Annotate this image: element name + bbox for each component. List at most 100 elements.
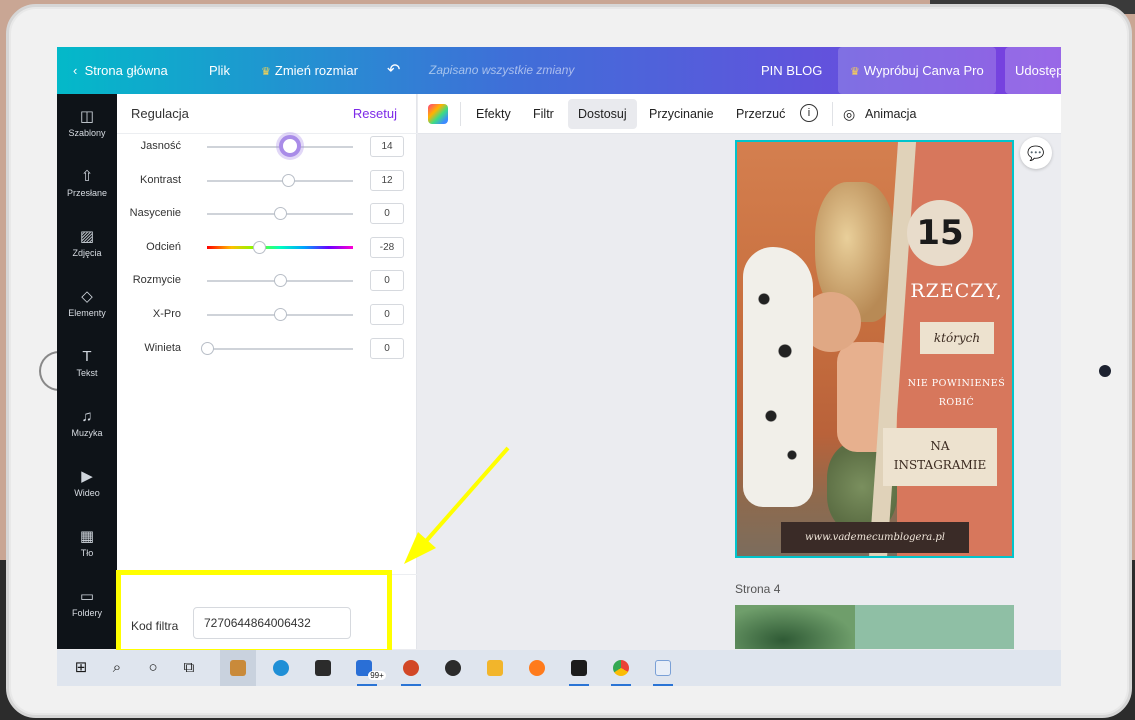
adjust-value-input[interactable]: 0 [370, 203, 404, 225]
adjust-row: Kontrast 12 [117, 169, 417, 193]
home-label: Strona główna [84, 63, 168, 78]
sidebar-item-photos[interactable]: ▨ Zdjęcia [57, 228, 117, 258]
crop-button[interactable]: Przycinanie [649, 94, 714, 134]
resize-button[interactable]: ♛ Zmień rozmiar [261, 47, 358, 94]
media-app-icon[interactable] [561, 650, 597, 686]
sidebar-item-label: Zdjęcia [72, 248, 102, 258]
flip-button[interactable]: Przerzuć [736, 94, 785, 134]
file-menu[interactable]: Plik [209, 47, 230, 94]
context-toolbar: Efekty Filtr Dostosuj Przycinanie Przerz… [418, 94, 1061, 134]
adjust-button[interactable]: Dostosuj [568, 99, 637, 129]
sidebar-item-uploads[interactable]: ⇧ Przesłane [57, 168, 117, 198]
adjust-row: Jasność 14 [117, 135, 417, 159]
adjust-value-input[interactable]: 0 [370, 304, 404, 325]
adjust-row: Rozmycie 0 [117, 269, 417, 293]
sidebar-item-text[interactable]: T Tekst [57, 348, 117, 378]
task-view-icon[interactable]: ⧉ [171, 650, 207, 686]
panel-title: Regulacja [131, 106, 189, 121]
headline-text[interactable]: RZECZY, [897, 280, 1012, 302]
adjust-slider-handle[interactable] [279, 135, 302, 157]
mail-badge: 99+ [368, 671, 386, 680]
effects-button[interactable]: Efekty [476, 94, 511, 134]
photo-app-icon[interactable] [220, 650, 256, 686]
home-link[interactable]: ‹ Strona główna [73, 47, 168, 94]
file-explorer-icon[interactable] [477, 650, 513, 686]
adjust-value-input[interactable]: 0 [370, 270, 404, 292]
which-box[interactable]: których [920, 322, 994, 354]
adjust-slider-handle[interactable] [282, 173, 296, 187]
add-comment-icon[interactable]: 💬 [1020, 137, 1052, 169]
adjust-label: Nasycenie [129, 207, 181, 220]
animation-icon[interactable]: ◎ [843, 94, 855, 134]
music-icon: ♫ [81, 408, 93, 425]
adjust-row: Odcień -28 [117, 236, 417, 260]
try-pro-button[interactable]: ♛ Wypróbuj Canva Pro [838, 47, 996, 94]
tablet-camera [1099, 365, 1111, 377]
adjust-slider-track[interactable] [207, 347, 353, 350]
adjust-slider-handle[interactable] [200, 341, 214, 355]
sidebar-item-label: Szablony [68, 128, 106, 138]
adjust-value-input[interactable]: -28 [370, 236, 404, 258]
sidebar-item-label: Muzyka [71, 428, 103, 438]
subtitle-line-1: NIE POWINIENEŚ [907, 378, 1006, 389]
sidebar-item-video[interactable]: ▶ Wideo [57, 468, 117, 498]
text-icon: T [82, 348, 92, 365]
annotation-highlight-box [116, 570, 392, 654]
adjust-slider-handle[interactable] [273, 274, 287, 288]
sidebar-item-templates[interactable]: ◫ Szablony [57, 108, 117, 138]
try-pro-label: Wypróbuj Canva Pro [863, 63, 984, 78]
crown-icon: ♛ [261, 66, 271, 78]
sidebar-item-background[interactable]: ▦ Tło [57, 528, 117, 558]
sidebar-item-music[interactable]: ♫ Muzyka [57, 408, 117, 438]
animation-button[interactable]: Animacja [865, 94, 916, 134]
shapes-icon: ◇ [81, 288, 93, 305]
crown-icon: ♛ [850, 66, 860, 78]
notepad-icon[interactable] [645, 650, 681, 686]
adjust-value-input[interactable]: 0 [370, 337, 404, 359]
adjust-slider-handle[interactable] [273, 207, 287, 221]
subtitle-text[interactable]: NIE POWINIENEŚ ROBIĆ [897, 374, 1012, 412]
url-box[interactable]: www.vademecumblogera.pl [781, 522, 969, 553]
divider [832, 102, 833, 126]
mail-icon[interactable]: 99+ [349, 650, 393, 686]
adjust-slider-handle[interactable] [273, 308, 287, 321]
adjust-row: X-Pro 0 [117, 303, 417, 327]
adjust-label: Jasność [140, 140, 181, 152]
divider [460, 102, 461, 126]
undo-icon[interactable]: ↶ [387, 47, 400, 94]
number-badge[interactable]: 15 [907, 200, 973, 266]
filter-button[interactable]: Filtr [533, 94, 554, 134]
sidebar-item-label: Elementy [68, 308, 106, 318]
sidebar-item-folders[interactable]: ▭ Foldery [57, 588, 117, 618]
cortana-icon[interactable]: ○ [135, 650, 171, 686]
color-picker-icon[interactable] [428, 104, 448, 124]
firefox-icon[interactable] [519, 650, 555, 686]
edge-icon[interactable] [263, 650, 299, 686]
adjust-value-input[interactable]: 12 [370, 169, 404, 191]
chrome-icon[interactable] [603, 650, 639, 686]
adjust-slider-track[interactable] [207, 179, 353, 182]
sidebar-item-label: Tło [80, 548, 94, 558]
share-button[interactable]: Udostęp [1005, 47, 1061, 94]
adjust-row: Winieta 0 [117, 337, 417, 361]
design-page[interactable]: 15 RZECZY, których NIE POWINIENEŚ ROBIĆ … [735, 140, 1014, 558]
adjust-slider-handle[interactable] [253, 240, 267, 254]
store-icon[interactable] [305, 650, 341, 686]
adjust-value-input[interactable]: 14 [370, 136, 404, 157]
design-page-4[interactable] [735, 605, 1014, 649]
reset-button[interactable]: Resetuj [353, 106, 397, 121]
search-icon[interactable]: ⌕ [99, 650, 135, 686]
sidebar-item-elements[interactable]: ◇ Elementy [57, 288, 117, 318]
project-title[interactable]: PIN BLOG [761, 47, 822, 94]
windows-taskbar: ⊞ ⌕ ○ ⧉ 99+ [57, 650, 1061, 686]
instagram-box-line-2: INSTAGRAMIE [893, 458, 987, 472]
powerpoint-icon[interactable] [393, 650, 429, 686]
windows-start-icon[interactable]: ⊞ [63, 650, 99, 686]
adjust-row: Nasycenie 0 [117, 202, 417, 226]
info-icon[interactable]: i [800, 104, 818, 122]
adjust-label: Winieta [144, 341, 181, 354]
adjust-label: Odcień [146, 240, 181, 253]
adjust-slider-track[interactable] [207, 245, 353, 249]
obs-icon[interactable] [435, 650, 471, 686]
instagram-box[interactable]: NA INSTAGRAMIE [883, 428, 997, 486]
